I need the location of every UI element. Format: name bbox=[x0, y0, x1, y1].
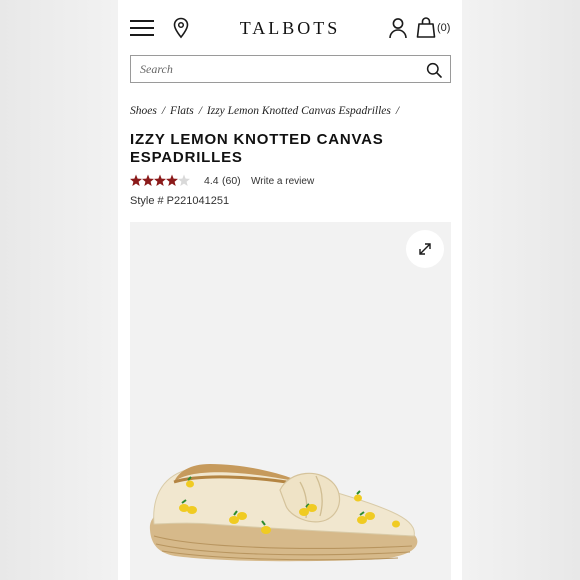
star-rating-icon[interactable] bbox=[130, 174, 190, 188]
expand-image-button[interactable] bbox=[406, 230, 444, 268]
breadcrumb: Shoes / Flats / Izzy Lemon Knotted Canvas Es… bbox=[130, 105, 404, 117]
breadcrumb-item-product[interactable]: Izzy Lemon Knotted Canvas Espadrilles bbox=[207, 105, 391, 117]
user-icon[interactable] bbox=[388, 17, 408, 39]
write-review-link[interactable]: Write a review bbox=[251, 176, 314, 187]
review-count[interactable]: (60) bbox=[222, 175, 241, 187]
expand-arrows-icon bbox=[419, 243, 431, 255]
search-input[interactable] bbox=[140, 61, 410, 78]
breadcrumb-separator: / bbox=[198, 105, 202, 117]
brand-logo[interactable]: TALBOTS bbox=[228, 18, 352, 39]
product-title: IZZY LEMON KNOTTED CANVAS ESPADRILLES bbox=[130, 131, 384, 166]
rating-value: 4.4 bbox=[204, 175, 219, 187]
breadcrumb-item-flats[interactable]: Flats bbox=[170, 105, 194, 117]
breadcrumb-separator: / bbox=[161, 105, 166, 117]
background-right bbox=[462, 0, 580, 580]
phone-page: TALBOTS (0) Shoes / Flats / Izzy Lemon Knott… bbox=[118, 0, 462, 580]
product-image[interactable] bbox=[130, 222, 451, 580]
shopping-bag-icon[interactable] bbox=[416, 16, 436, 38]
search-icon[interactable] bbox=[426, 62, 442, 78]
style-number: Style # P221041251 bbox=[130, 195, 230, 207]
search-bar bbox=[130, 55, 451, 83]
espadrille-shoe-image bbox=[149, 464, 418, 562]
hamburger-menu-icon[interactable] bbox=[130, 18, 154, 38]
background-left bbox=[0, 0, 118, 580]
site-header: TALBOTS (0) bbox=[118, 0, 462, 56]
bag-count[interactable]: (0) bbox=[437, 22, 450, 34]
map-pin-icon[interactable] bbox=[172, 17, 190, 39]
breadcrumb-item-shoes[interactable]: Shoes bbox=[130, 105, 157, 117]
breadcrumb-separator: / bbox=[395, 105, 400, 117]
